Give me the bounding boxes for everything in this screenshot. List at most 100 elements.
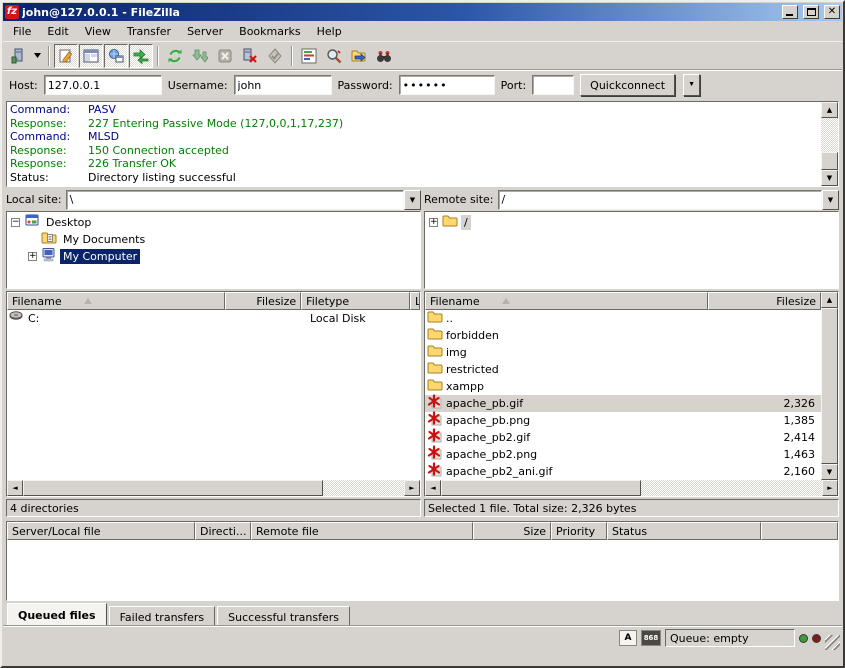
file-row[interactable]: img: [425, 344, 821, 361]
remote-vertical-scrollbar[interactable]: ▲ ▼: [821, 292, 838, 480]
message-log-scrollbar[interactable]: ▲ ▼: [821, 102, 838, 186]
file-row[interactable]: ..: [425, 310, 821, 327]
scrollbar-track[interactable]: [323, 480, 404, 496]
title-bar[interactable]: fz john@127.0.0.1 - FileZilla ✕: [3, 3, 842, 21]
scroll-right-button[interactable]: ►: [822, 480, 838, 496]
maximize-button[interactable]: [803, 5, 819, 19]
tree-item-root[interactable]: + /: [427, 214, 838, 231]
column-header-filesize[interactable]: Filesize: [225, 292, 301, 310]
toggle-message-log-button[interactable]: [54, 44, 78, 68]
column-header-filesize[interactable]: Filesize: [708, 292, 821, 310]
process-queue-button[interactable]: [188, 44, 212, 68]
tree-label-selected[interactable]: My Computer: [60, 249, 140, 264]
menu-transfer[interactable]: Transfer: [119, 23, 179, 40]
column-header-filename[interactable]: Filename: [7, 292, 225, 310]
cancel-operation-button[interactable]: [213, 44, 237, 68]
remote-horizontal-scrollbar[interactable]: ◄ ►: [425, 480, 838, 496]
disconnect-button[interactable]: [238, 44, 262, 68]
scroll-down-button[interactable]: ▼: [821, 170, 838, 186]
tree-label[interactable]: My Documents: [60, 232, 148, 247]
tree-item-my-documents[interactable]: My Documents: [9, 231, 420, 248]
site-manager-button[interactable]: [6, 44, 30, 68]
scrollbar-thumb[interactable]: [821, 152, 838, 170]
quickconnect-dropdown-button[interactable]: ▼: [683, 74, 700, 96]
tree-item-desktop[interactable]: − Desktop: [9, 214, 420, 231]
file-row[interactable]: apache_pb2.gif2,414: [425, 429, 821, 446]
file-row[interactable]: apache_pb.gif2,326: [425, 395, 821, 412]
close-button[interactable]: ✕: [824, 5, 840, 19]
file-row[interactable]: apache_pb2.png1,463: [425, 446, 821, 463]
scroll-left-button[interactable]: ◄: [425, 480, 441, 496]
collapse-icon[interactable]: −: [11, 218, 20, 227]
port-input[interactable]: [532, 75, 574, 95]
local-status-text: 4 directories: [6, 499, 421, 517]
speed-limits-icon[interactable]: 868: [641, 630, 661, 646]
toggle-transfer-queue-button[interactable]: [129, 44, 153, 68]
column-header-direction[interactable]: Directi...: [195, 522, 251, 540]
tab-queued-files[interactable]: Queued files: [7, 603, 107, 625]
menu-view[interactable]: View: [77, 23, 119, 40]
refresh-button[interactable]: [163, 44, 187, 68]
column-header-filename[interactable]: Filename: [425, 292, 708, 310]
scroll-left-button[interactable]: ◄: [7, 480, 23, 496]
column-header-priority[interactable]: Priority: [551, 522, 607, 540]
queue-list-body[interactable]: [7, 540, 838, 600]
transfer-type-icon[interactable]: A: [619, 630, 637, 646]
scrollbar-thumb[interactable]: [441, 480, 641, 496]
tree-label[interactable]: Desktop: [43, 215, 94, 230]
menu-edit[interactable]: Edit: [39, 23, 76, 40]
menu-server[interactable]: Server: [179, 23, 231, 40]
column-header-server-local-file[interactable]: Server/Local file: [7, 522, 195, 540]
file-row[interactable]: apache_pb.png1,385: [425, 412, 821, 429]
file-row[interactable]: xampp: [425, 378, 821, 395]
column-header-last-modified[interactable]: L: [410, 292, 420, 310]
toggle-remote-tree-button[interactable]: [104, 44, 128, 68]
expand-icon[interactable]: +: [28, 252, 37, 261]
directory-listing-filters-button[interactable]: [297, 44, 321, 68]
scroll-down-button[interactable]: ▼: [821, 464, 838, 480]
scroll-up-button[interactable]: ▲: [821, 102, 838, 118]
local-site-combo[interactable]: \ ▼: [66, 190, 421, 210]
scrollbar-track[interactable]: [821, 118, 838, 152]
file-row[interactable]: apache_pb2_ani.gif2,160: [425, 463, 821, 480]
column-header-filetype[interactable]: Filetype: [301, 292, 410, 310]
host-input[interactable]: [44, 75, 162, 95]
password-input[interactable]: [399, 75, 495, 95]
local-site-dropdown-icon[interactable]: ▼: [404, 190, 421, 210]
local-file-list-body[interactable]: C:Local Disk: [7, 310, 420, 480]
find-files-button[interactable]: [372, 44, 396, 68]
scroll-right-button[interactable]: ►: [404, 480, 420, 496]
local-horizontal-scrollbar[interactable]: ◄ ►: [7, 480, 420, 496]
scrollbar-thumb[interactable]: [821, 308, 838, 464]
menu-file[interactable]: File: [5, 23, 39, 40]
tab-failed-transfers[interactable]: Failed transfers: [109, 606, 216, 625]
remote-file-list-body[interactable]: ..forbiddenimgrestrictedxamppapache_pb.g…: [425, 310, 821, 480]
scroll-up-button[interactable]: ▲: [821, 292, 838, 308]
file-row[interactable]: restricted: [425, 361, 821, 378]
tab-successful-transfers[interactable]: Successful transfers: [217, 606, 350, 625]
scrollbar-thumb[interactable]: [23, 480, 323, 496]
scrollbar-track[interactable]: [641, 480, 822, 496]
expand-icon[interactable]: +: [429, 218, 438, 227]
tree-label-selected[interactable]: /: [461, 215, 471, 230]
tree-item-my-computer[interactable]: + My Computer: [9, 248, 420, 265]
synchronized-browsing-button[interactable]: [347, 44, 371, 68]
site-manager-dropdown-button[interactable]: [31, 44, 44, 68]
resize-grip[interactable]: [825, 635, 840, 650]
status-bar: A 868 Queue: empty: [3, 625, 842, 650]
reconnect-button[interactable]: [263, 44, 287, 68]
username-input[interactable]: [234, 75, 332, 95]
directory-comparison-button[interactable]: [322, 44, 346, 68]
column-header-size[interactable]: Size: [473, 522, 551, 540]
file-row[interactable]: forbidden: [425, 327, 821, 344]
column-header-status[interactable]: Status: [607, 522, 761, 540]
file-row[interactable]: C:Local Disk: [7, 310, 420, 327]
remote-site-combo[interactable]: / ▼: [498, 190, 839, 210]
quickconnect-button[interactable]: Quickconnect: [580, 74, 675, 96]
minimize-button[interactable]: [782, 5, 798, 19]
toggle-local-tree-button[interactable]: [79, 44, 103, 68]
menu-help[interactable]: Help: [309, 23, 350, 40]
remote-site-dropdown-icon[interactable]: ▼: [822, 190, 839, 210]
column-header-remote-file[interactable]: Remote file: [251, 522, 473, 540]
menu-bookmarks[interactable]: Bookmarks: [231, 23, 308, 40]
